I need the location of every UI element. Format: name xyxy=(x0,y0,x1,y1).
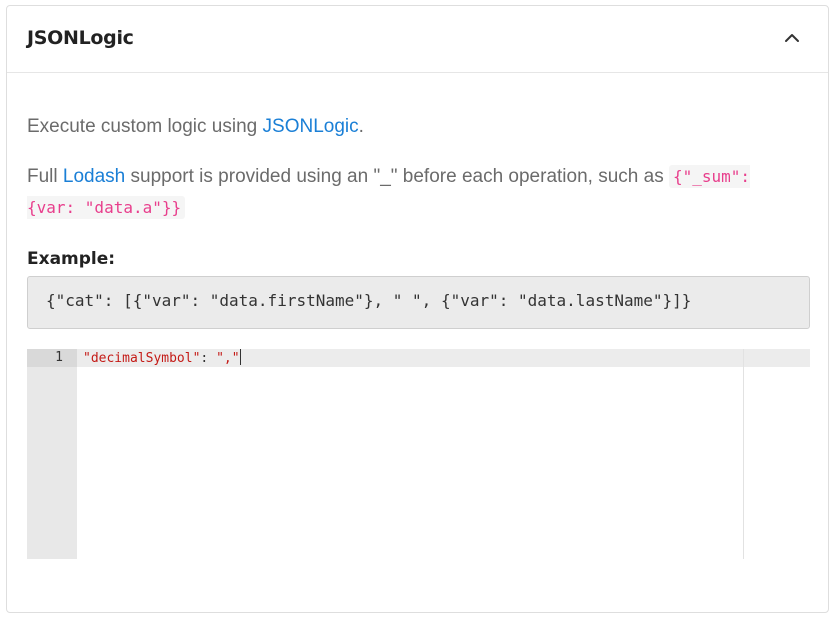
code-editor[interactable]: 1 "decimalSymbol": "," xyxy=(27,349,810,559)
description-text: Execute custom logic using xyxy=(27,116,263,137)
panel-title: JSONLogic xyxy=(27,27,134,49)
description-text: Full xyxy=(27,166,63,187)
description-text: . xyxy=(358,116,364,137)
description-line-1: Execute custom logic using JSONLogic. xyxy=(27,111,364,142)
editor-line[interactable]: "decimalSymbol": "," xyxy=(83,349,241,367)
code-key: "decimalSymbol" xyxy=(83,351,201,366)
jsonlogic-link[interactable]: JSONLogic xyxy=(263,116,359,137)
editor-gutter xyxy=(27,349,77,559)
panel-header[interactable]: JSONLogic xyxy=(7,6,828,73)
print-margin xyxy=(743,349,744,559)
code-separator: : xyxy=(200,351,217,366)
chevron-up-icon xyxy=(785,34,799,42)
text-cursor xyxy=(239,349,241,365)
line-number: 1 xyxy=(55,350,63,365)
example-code: {"cat": [{"var": "data.firstName"}, " ",… xyxy=(46,291,692,310)
description-text: support is provided using an "_" before … xyxy=(125,166,669,187)
description-line-2: Full Lodash support is provided using an… xyxy=(27,161,797,223)
collapse-button[interactable] xyxy=(780,26,804,50)
code-value: "," xyxy=(216,351,240,366)
example-label: Example: xyxy=(27,249,116,269)
lodash-link[interactable]: Lodash xyxy=(63,166,125,187)
jsonlogic-panel: JSONLogic Execute custom logic using JSO… xyxy=(6,5,829,613)
example-code-block: {"cat": [{"var": "data.firstName"}, " ",… xyxy=(27,276,810,329)
